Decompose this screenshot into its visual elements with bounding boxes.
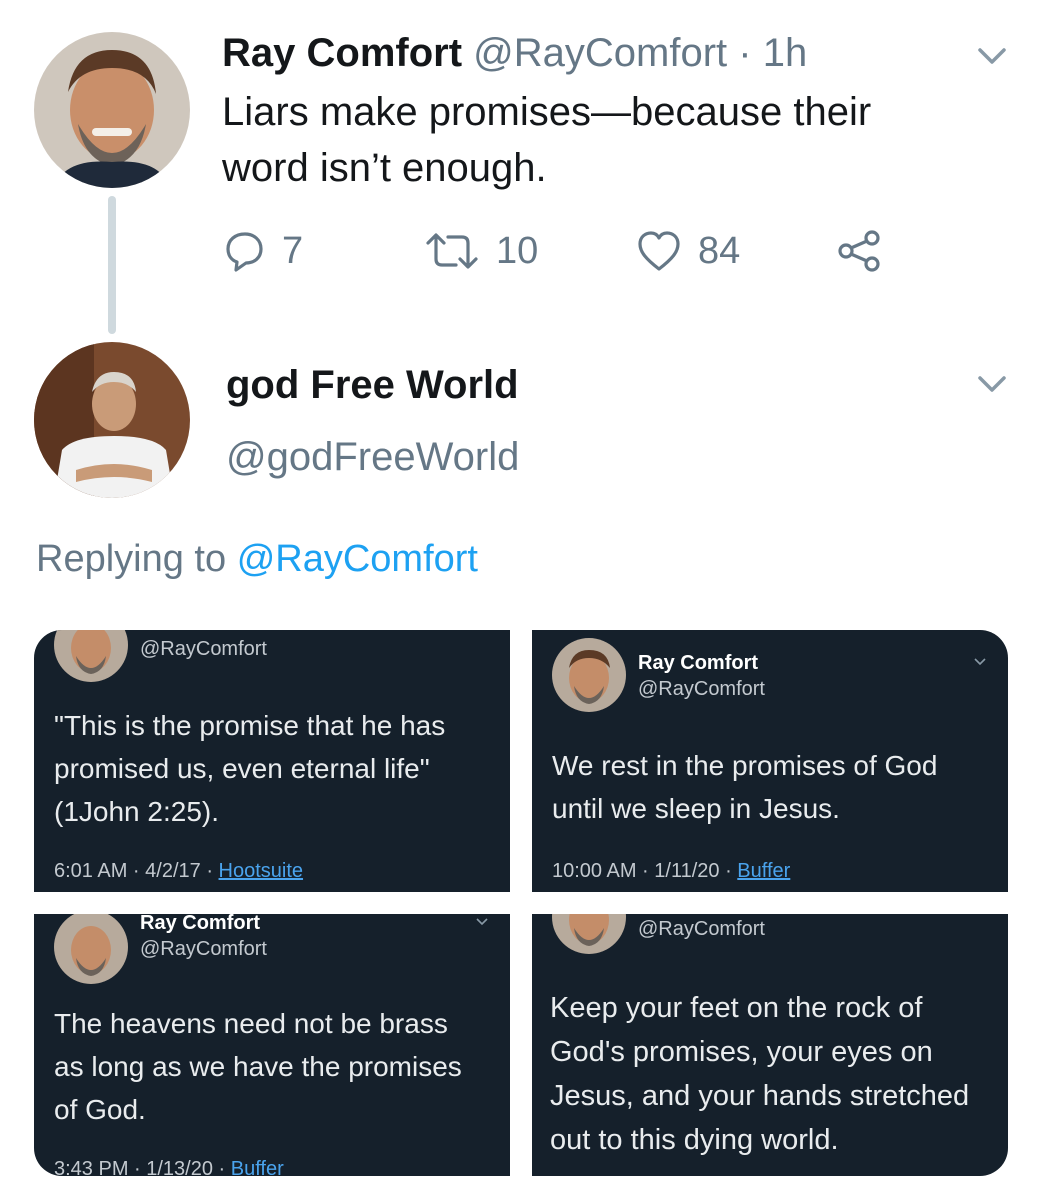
replying-to: Replying to @RayComfort: [36, 534, 478, 584]
card-text: Keep your feet on the rock of God's prom…: [550, 992, 970, 1156]
tweet-text: Liars make promises—because their word i…: [222, 90, 872, 190]
author-name[interactable]: Ray Comfort: [222, 31, 462, 75]
replying-to-link[interactable]: @RayComfort: [237, 538, 478, 580]
like-count: 84: [698, 229, 741, 272]
reply-icon: [226, 232, 263, 272]
card-source: Hootsuite: [218, 860, 304, 882]
card-time: 6:01 AM · 4/2/17 ·: [54, 860, 219, 882]
card-handle: @RayComfort: [638, 918, 765, 940]
card-avatar: [54, 914, 128, 984]
reply-author-handle[interactable]: @godFreeWorld: [226, 432, 519, 482]
card-handle: @RayComfort: [140, 638, 267, 660]
avatar-photo: [34, 32, 190, 188]
attached-image-2[interactable]: Ray Comfort @RayComfort We rest in the p…: [532, 630, 1008, 892]
tweet-time[interactable]: · 1h: [738, 31, 807, 75]
attached-image-3[interactable]: Ray Comfort @RayComfort The heavens need…: [34, 914, 510, 1176]
card-time: 10:00 AM · 1/11/20 ·: [552, 860, 738, 882]
card-meta: 6:01 AM · 4/2/17 · Hootsuite: [54, 860, 303, 883]
thread-line: [108, 196, 116, 334]
card-author-name: Ray Comfort: [140, 914, 261, 934]
card-source: Buffer: [230, 1158, 284, 1176]
card-text: The heavens need not be brass as long as…: [54, 1008, 462, 1125]
reply-count: 7: [282, 229, 304, 272]
ray-comfort-avatar[interactable]: [34, 32, 190, 188]
chevron-down-icon[interactable]: [974, 38, 1010, 74]
chevron-down-icon: [974, 658, 986, 666]
attached-image-1[interactable]: @RayComfort "This is the promise that he…: [34, 630, 510, 892]
card-time: 3:43 PM · 1/13/20 ·: [54, 1158, 231, 1176]
card-avatar: [54, 630, 128, 682]
card-handle: @RayComfort: [638, 678, 765, 700]
replying-prefix: Replying to: [36, 538, 227, 580]
retweet-count: 10: [496, 229, 539, 272]
card-text: "This is the promise that he has promise…: [54, 710, 446, 827]
card-meta: 3:43 PM · 1/13/20 · Buffer: [54, 1158, 284, 1176]
card-author-name: Ray Comfort: [638, 652, 759, 674]
attached-image-4[interactable]: @RayComfort Keep your feet on the rock o…: [532, 914, 1008, 1176]
card-avatar: [552, 638, 626, 712]
avatar-photo: [34, 342, 190, 498]
share-icon: [838, 230, 880, 272]
retweet-icon: [426, 233, 478, 269]
card-handle: @RayComfort: [140, 938, 267, 960]
card-source: Buffer: [737, 860, 791, 882]
card-meta: 10:00 AM · 1/11/20 · Buffer: [552, 860, 790, 883]
chevron-down-icon: [476, 918, 488, 926]
retweet-button[interactable]: 10: [424, 226, 538, 276]
heart-icon: [638, 231, 680, 271]
author-handle[interactable]: @RayComfort: [473, 31, 727, 75]
like-button[interactable]: 84: [636, 226, 740, 276]
share-button[interactable]: [836, 226, 882, 276]
reply-button[interactable]: 7: [222, 226, 303, 276]
chevron-down-icon[interactable]: [974, 366, 1010, 402]
god-free-world-avatar[interactable]: [34, 342, 190, 498]
tweet-header: Ray Comfort @RayComfort · 1h: [222, 30, 807, 76]
card-avatar: [552, 914, 626, 954]
reply-author-name[interactable]: god Free World: [226, 360, 519, 410]
card-text: We rest in the promises of God until we …: [552, 750, 938, 824]
